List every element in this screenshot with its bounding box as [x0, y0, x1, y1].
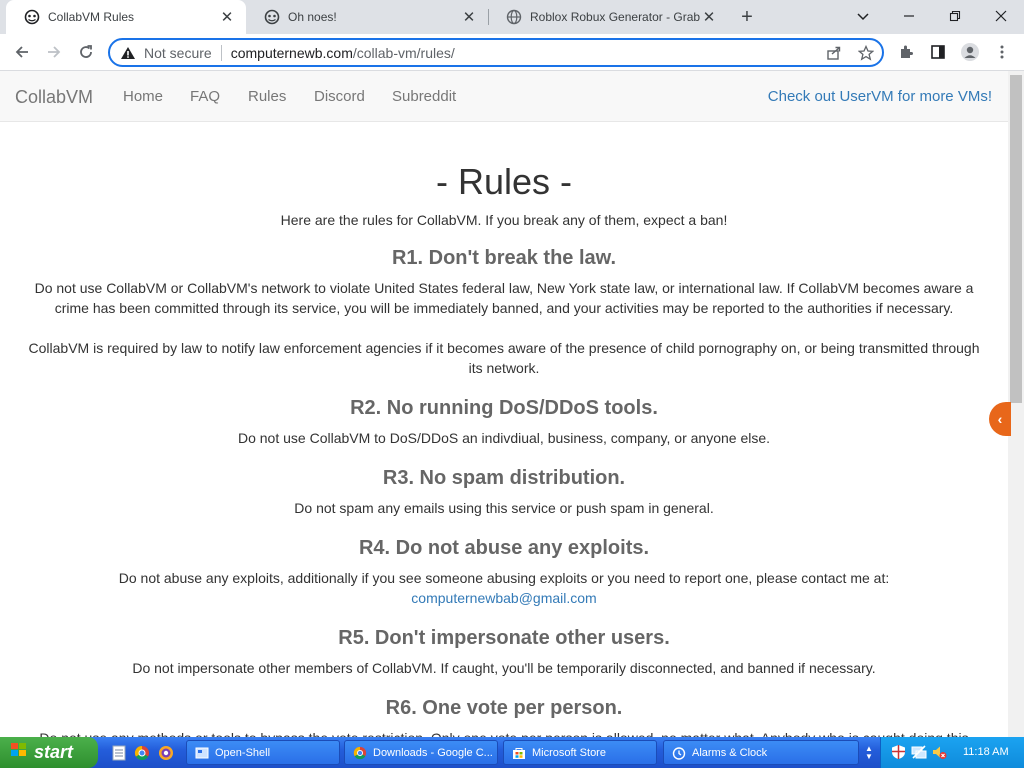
taskbar-scroll-arrows-icon[interactable]: ▲ ▼ [863, 744, 875, 761]
nav-link-home[interactable]: Home [123, 88, 163, 105]
rules-content: - Rules - Here are the rules for CollabV… [0, 160, 1008, 737]
rule-text: Do not use any methods or tools to bypas… [0, 728, 1008, 737]
rule-text: Do not abuse any exploits, additionally … [0, 568, 1008, 608]
tab-search-chevron-icon[interactable] [840, 0, 886, 32]
rule-heading: R5. Don't impersonate other users. [338, 627, 670, 649]
rules-intro: Here are the rules for CollabVM. If you … [280, 212, 728, 228]
close-window-icon[interactable] [978, 0, 1024, 32]
web-page: CollabVM Home FAQ Rules Discord Subreddi… [0, 71, 1008, 737]
tab-title: CollabVM Rules [48, 10, 135, 24]
start-label: start [34, 742, 74, 762]
contact-email-link[interactable]: computernewbab@gmail.com [411, 590, 596, 606]
tab-close-icon[interactable]: ✕ [700, 8, 718, 26]
back-arrow-icon[interactable] [8, 38, 36, 66]
rule-text: Do not impersonate other members of Coll… [132, 660, 876, 676]
open-shell-icon [194, 745, 210, 761]
taskbar-clock[interactable]: 11:18 AM [963, 746, 1009, 758]
volume-muted-icon[interactable] [931, 744, 947, 760]
uservm-link[interactable]: Check out UserVM for more VMs! [768, 88, 992, 105]
tab-title: Oh noes! [288, 10, 337, 24]
tab-close-icon[interactable]: ✕ [218, 8, 236, 26]
taskbar-button-label: Microsoft Store [532, 746, 606, 759]
taskbar-button-microsoft-store[interactable]: Microsoft Store [503, 740, 657, 765]
nav-link-discord[interactable]: Discord [314, 88, 365, 105]
globe-icon [506, 9, 522, 25]
share-icon[interactable] [826, 45, 842, 66]
minimize-icon[interactable] [886, 0, 932, 32]
taskbar-button-open-shell[interactable]: Open-Shell [186, 740, 340, 765]
nav-link-faq[interactable]: FAQ [190, 88, 220, 105]
collabvm-favicon-icon [24, 9, 40, 25]
url-path: /collab-vm/rules/ [352, 44, 455, 61]
kebab-menu-icon[interactable] [988, 38, 1016, 66]
tab-close-icon[interactable]: ✕ [460, 8, 478, 26]
rule-heading: R2. No running DoS/DDoS tools. [350, 397, 658, 419]
start-button[interactable]: start [0, 737, 98, 768]
security-shield-icon[interactable] [890, 744, 906, 760]
notepad-quicklaunch-icon[interactable] [110, 744, 127, 761]
rule-text: Do not spam any emails using this servic… [294, 500, 714, 516]
alarm-clock-icon [671, 745, 687, 761]
rule-heading: R1. Don't break the law. [391, 247, 617, 269]
reload-icon[interactable] [72, 38, 100, 66]
browser-tab-strip: CollabVM Rules ✕ Oh noes! ✕ Roblox Robux… [0, 0, 1024, 34]
network-disconnected-icon[interactable] [911, 744, 927, 760]
warning-triangle-icon[interactable] [120, 46, 136, 60]
taskbar-button-label: Alarms & Clock [692, 746, 768, 759]
new-tab-plus-icon[interactable]: + [736, 6, 758, 28]
site-brand[interactable]: CollabVM [15, 87, 93, 108]
windows-flag-icon [10, 742, 28, 763]
browser-toolbar: Not secure computernewb.com/collab-vm/ru… [0, 34, 1024, 71]
rule-text: CollabVM is required by law to notify la… [28, 340, 980, 376]
url-text[interactable]: computernewb.com/collab-vm/rules/ [231, 45, 455, 61]
taskbar-button-alarms-clock[interactable]: Alarms & Clock [663, 740, 859, 765]
page-title: - Rules - [435, 161, 573, 202]
collabvm-favicon-icon [264, 9, 280, 25]
nav-link-subreddit[interactable]: Subreddit [392, 88, 456, 105]
omnibox-divider [220, 44, 222, 61]
taskbar-button-label: Open-Shell [215, 746, 271, 759]
rule-heading: R4. Do not abuse any exploits. [358, 537, 650, 559]
rule-heading: R3. No spam distribution. [382, 467, 626, 489]
security-label[interactable]: Not secure [144, 45, 212, 61]
url-host: computernewb.com [230, 44, 353, 61]
forward-arrow-icon[interactable] [40, 38, 68, 66]
tab-roblox[interactable]: Roblox Robux Generator - Grab 2 ✕ [488, 0, 728, 34]
profile-avatar-icon[interactable] [956, 38, 984, 66]
nav-link-rules[interactable]: Rules [248, 88, 286, 105]
chrome-icon [352, 745, 368, 761]
site-navbar: CollabVM Home FAQ Rules Discord Subreddi… [0, 71, 1008, 122]
rule-text: Do not use CollabVM or CollabVM's networ… [34, 280, 974, 316]
store-bag-icon [511, 745, 527, 761]
address-bar[interactable]: Not secure computernewb.com/collab-vm/ru… [108, 38, 884, 67]
rule-text: Do not use CollabVM to DoS/DDoS an indiv… [237, 430, 771, 446]
taskbar-button-downloads-chrome[interactable]: Downloads - Google C... [344, 740, 498, 765]
tab-oh-noes[interactable]: Oh noes! ✕ [246, 0, 488, 34]
restore-icon[interactable] [932, 0, 978, 32]
browser-quicklaunch-icon[interactable] [157, 744, 174, 761]
chrome-quicklaunch-icon[interactable] [133, 744, 150, 761]
tab-title: Roblox Robux Generator - Grab 2 [530, 10, 700, 24]
tab-collabvm-rules[interactable]: CollabVM Rules ✕ [6, 0, 246, 34]
side-panel-icon[interactable] [924, 38, 952, 66]
extensions-puzzle-icon[interactable] [892, 38, 920, 66]
scrollbar-thumb[interactable] [1010, 75, 1022, 403]
taskbar: start Open-Shell Downloads - Google C...… [0, 737, 1024, 768]
bookmark-star-icon[interactable] [857, 44, 875, 66]
rule-text-body: Do not abuse any exploits, additionally … [118, 570, 890, 586]
taskbar-button-label: Downloads - Google C... [373, 746, 493, 759]
rule-heading: R6. One vote per person. [385, 697, 623, 719]
